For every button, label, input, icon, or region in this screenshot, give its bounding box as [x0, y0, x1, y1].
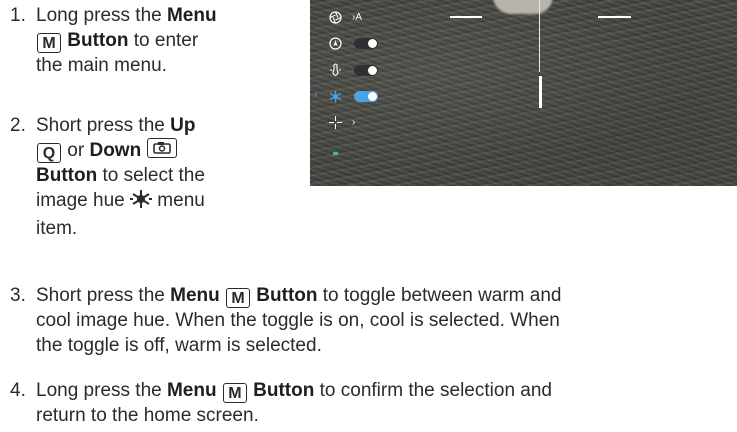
step-number: 2. — [10, 115, 26, 136]
menu-item-crosshair[interactable]: › — [328, 113, 355, 131]
step-number: 4. — [10, 380, 26, 401]
menu-item-temperature[interactable] — [328, 61, 378, 79]
hue-icon — [328, 89, 342, 103]
hue-toggle[interactable] — [354, 90, 378, 102]
selected-marker: › — [314, 89, 318, 100]
aperture-icon — [328, 10, 342, 24]
menu-key-icon: M — [37, 33, 61, 53]
device-screen: ›A › › — [310, 0, 737, 186]
compass-toggle[interactable] — [354, 37, 378, 49]
hue-icon — [130, 189, 153, 216]
temperature-icon — [328, 63, 342, 77]
status-dot — [333, 152, 338, 155]
reticle-center — [539, 0, 540, 72]
crosshair-icon — [328, 115, 342, 129]
compass-icon — [328, 36, 342, 50]
step-number: 3. — [10, 285, 26, 306]
step-number: 1. — [10, 5, 26, 26]
up-key-icon: Q — [37, 143, 61, 163]
reticle-left — [450, 16, 482, 18]
menu-key-icon: M — [226, 288, 251, 308]
menu-item-compass[interactable] — [328, 34, 378, 52]
menu-item-aperture[interactable]: ›A — [328, 8, 362, 26]
camera-key-icon — [147, 138, 178, 158]
temperature-toggle[interactable] — [354, 64, 378, 76]
reticle-bottom — [539, 76, 542, 108]
menu-item-hue[interactable] — [328, 87, 378, 105]
menu-key-icon: M — [222, 383, 247, 403]
reticle-right — [598, 16, 631, 18]
